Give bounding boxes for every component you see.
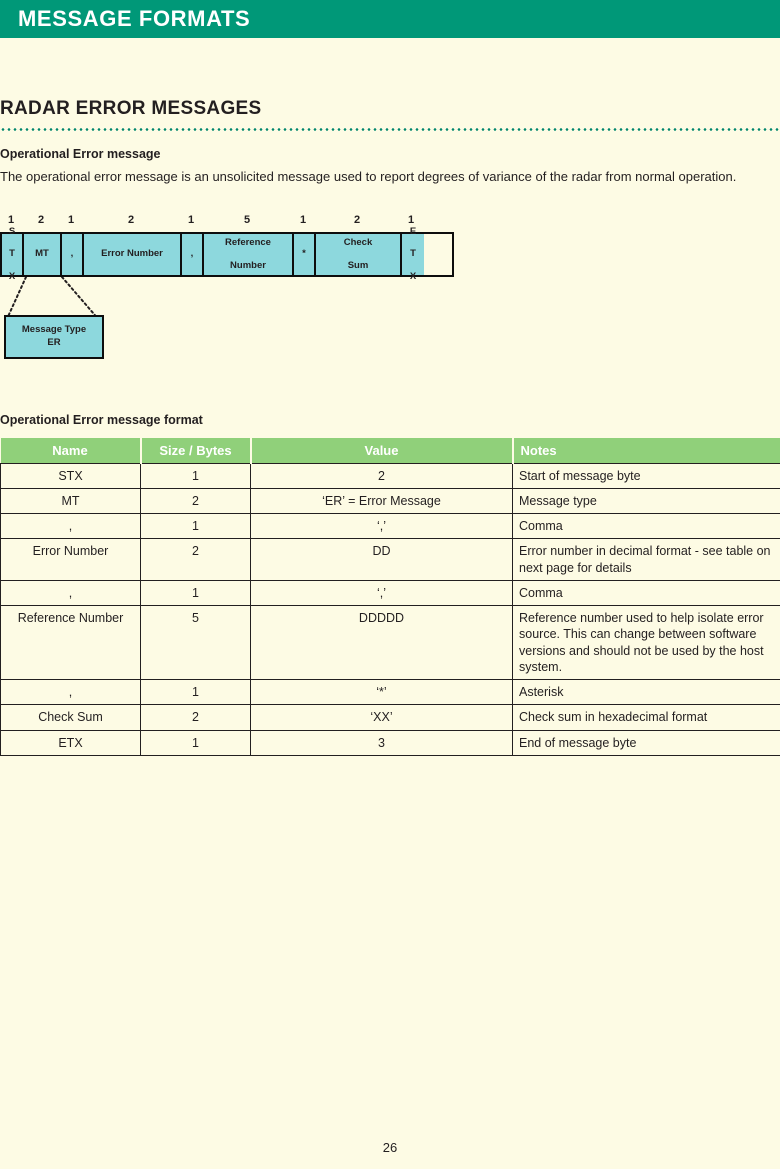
table-cell-notes: Comma: [512, 513, 780, 540]
table-cell-notes: Check sum in hexadecimal format: [512, 704, 780, 731]
table-row: , 1 ‘,’ Comma: [0, 579, 780, 607]
table-row: MT 2 ‘ER’ = Error Message Message type: [0, 487, 780, 515]
table-cell-notes: Asterisk: [512, 679, 780, 706]
diagram-field-label: Reference: [225, 237, 271, 249]
table-cell-size: 1: [140, 729, 251, 756]
table-cell-name: Reference Number: [0, 605, 141, 681]
table-cell-notes: Comma: [512, 579, 780, 607]
diagram-field-cell: Error Number: [84, 233, 182, 275]
page-number: 26: [382, 1140, 398, 1155]
table-cell-name: ETX: [0, 729, 141, 756]
message-format-table: Name Size / Bytes Value Notes STX 1 2 Start of…: [0, 437, 780, 756]
callout-line-2: ER: [47, 336, 61, 348]
diagram-callout: Message Type ER: [0, 276, 454, 369]
table-cell-size: 1: [140, 462, 251, 489]
intro-paragraph: The operational error message is an unso…: [0, 169, 737, 184]
diagram-size-label: 1: [299, 213, 307, 226]
table-cell-size: 2: [140, 538, 251, 581]
table-cell-value: 3: [250, 729, 513, 756]
diagram-field-label: Number: [230, 259, 266, 271]
callout-box: Message Type ER: [4, 314, 104, 359]
table-cell-name: ,: [0, 579, 141, 607]
table-row: Error Number 2 DD Error number in decimal f…: [0, 538, 780, 581]
table-cell-name: ,: [0, 513, 141, 540]
diagram-field-label: T: [410, 248, 416, 260]
table-cell-size: 1: [140, 679, 251, 706]
table-cell-value: DD: [250, 538, 513, 581]
diagram-field-label: Error Number: [101, 248, 163, 260]
section-title: RADAR ERROR MESSAGES: [0, 98, 262, 119]
table-body: STX 1 2 Start of message byte MT 2 ‘ER’ = Erro…: [0, 462, 780, 756]
page-content: RADAR ERROR MESSAGES Operational Error m…: [0, 98, 780, 756]
diagram-size-label: 5: [243, 213, 251, 226]
table-cell-name: STX: [0, 462, 141, 489]
table-column-header: Notes: [512, 437, 780, 464]
table-cell-name: MT: [0, 487, 141, 515]
table-cell-name: Check Sum: [0, 704, 141, 731]
diagram-field-label: ,: [190, 248, 194, 260]
table-cell-notes: End of message byte: [512, 729, 780, 756]
table-row: Reference Number 5 DDDDD Reference number u…: [0, 605, 780, 681]
table-cell-value: ‘ER’ = Error Message: [250, 487, 513, 515]
diagram-field-label: S: [8, 226, 16, 238]
diagram-size-label: 2: [127, 213, 135, 226]
table-column-header: Value: [250, 437, 514, 464]
diagram-field-label: E: [409, 226, 417, 238]
table-column-header: Name: [0, 437, 142, 464]
diagram-field-label: T: [9, 248, 15, 260]
callout-line-1: Message Type: [21, 323, 87, 335]
table-cell-value: ‘*’: [250, 679, 513, 706]
table-cell-value: ‘,’: [250, 513, 513, 540]
table-cell-size: 1: [140, 579, 251, 607]
page-header-title: MESSAGE FORMATS: [18, 6, 251, 31]
table-cell-notes: Message type: [512, 487, 780, 515]
table-cell-size: 2: [140, 704, 251, 731]
table-cell-name: Error Number: [0, 538, 141, 581]
table-cell-size: 2: [140, 487, 251, 515]
diagram-size-labels: 121215121: [0, 212, 454, 228]
table-cell-value: 2: [250, 462, 513, 489]
table-cell-value: DDDDD: [250, 605, 513, 681]
table-row: , 1 ‘*’ Asterisk: [0, 679, 780, 706]
table-row: , 1 ‘,’ Comma: [0, 513, 780, 540]
section-divider: [0, 128, 780, 131]
diagram-field-label: *: [302, 248, 306, 260]
diagram-field-label: Check: [343, 237, 373, 249]
diagram-field-cell: Reference Number: [204, 233, 294, 275]
diagram-field-label: ,: [70, 248, 74, 260]
diagram-field-cell: ,: [182, 233, 204, 275]
diagram-field-cell: ,: [62, 233, 84, 275]
table-cell-value: ‘,’: [250, 579, 513, 607]
diagram-field-cell: ETX: [402, 226, 424, 282]
diagram-field-cells: S T X MT, Error Number, Reference Number * Check…: [0, 226, 454, 282]
page-header-bar: MESSAGE FORMATS: [0, 0, 780, 38]
diagram-field-cell: *: [294, 233, 316, 275]
subsection-title: Operational Error message: [0, 147, 161, 161]
table-cell-size: 1: [140, 513, 251, 540]
diagram-size-label: 1: [187, 213, 195, 226]
table-cell-notes: Start of message byte: [512, 462, 780, 489]
table-title: Operational Error message format: [0, 412, 203, 427]
table-row: Check Sum 2 ‘XX’ Check sum in hexadecimal f…: [0, 704, 780, 731]
diagram-field-cell: STX: [2, 226, 24, 282]
table-cell-value: ‘XX’: [250, 704, 513, 731]
table-cell-notes: Error number in decimal format - see tab…: [512, 538, 780, 581]
diagram-size-label: 1: [67, 213, 75, 226]
table-column-header: Size / Bytes: [140, 437, 252, 464]
table-cell-notes: Reference number used to help isolate er…: [512, 605, 780, 681]
message-format-diagram: 121215121 S T X MT, Error Number, Reference Nu…: [0, 212, 454, 282]
diagram-size-label: 2: [353, 213, 361, 226]
diagram-field-label: Sum: [347, 259, 369, 271]
table-cell-size: 5: [140, 605, 251, 681]
diagram-field-cell: Check Sum: [316, 233, 402, 275]
table-row: ETX 1 3 End of message byte: [0, 729, 780, 756]
table-row: STX 1 2 Start of message byte: [0, 462, 780, 489]
table-cell-name: ,: [0, 679, 141, 706]
diagram-field-cell: MT: [24, 233, 62, 275]
diagram-field-label: MT: [35, 248, 49, 260]
table-header-row: Name Size / Bytes Value Notes: [0, 437, 780, 464]
diagram-size-label: 2: [37, 213, 45, 226]
